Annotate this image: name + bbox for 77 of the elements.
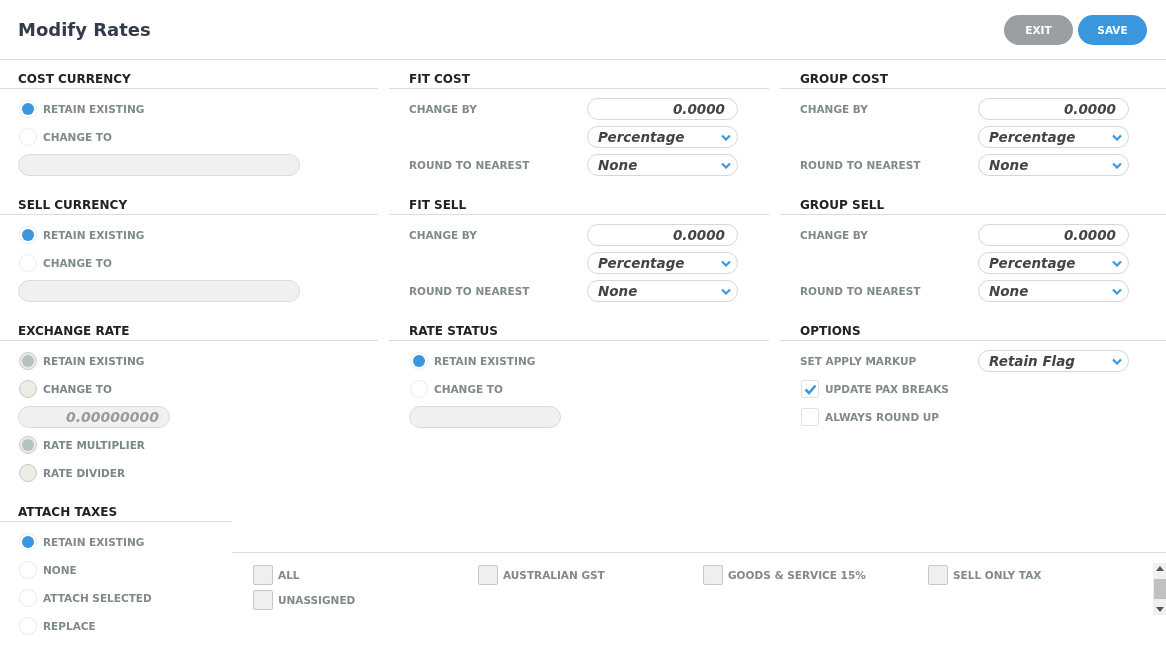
chevron-down-icon [1112,259,1122,267]
dropdown[interactable]: Percentage [978,126,1129,148]
chevron-down-icon [1112,133,1122,141]
scroll-up-arrow-icon[interactable] [1156,566,1164,571]
field-label: CHANGE BY [409,103,478,115]
section-heading: ATTACH TAXES [0,503,232,522]
checkbox-label: UPDATE PAX BREAKS [825,383,949,395]
text-field[interactable] [18,154,300,176]
scrollbar[interactable] [1153,563,1166,615]
dropdown[interactable]: None [587,280,738,302]
checkbox[interactable] [801,408,819,426]
checkbox[interactable] [801,380,819,398]
section-heading: COST CURRENCY [0,70,378,89]
field-label: CHANGE BY [800,103,869,115]
checkbox[interactable] [928,564,948,585]
radio-label: NONE [43,564,77,576]
dropdown[interactable]: None [587,154,738,176]
section-heading: SELL CURRENCY [0,196,378,215]
number-field[interactable]: 0.0000 [978,98,1129,120]
field-label: CHANGE BY [409,229,478,241]
field-label: CHANGE BY [800,229,869,241]
scroll-down-arrow-icon[interactable] [1156,607,1164,612]
checkbox[interactable] [253,564,273,585]
section-heading: FIT COST [389,70,769,89]
chevron-down-icon [1112,161,1122,169]
radio-label: RETAIN EXISTING [43,103,145,115]
dropdown[interactable]: None [978,154,1129,176]
section-heading: OPTIONS [780,322,1166,341]
page-title: Modify Rates [18,19,152,40]
checkbox[interactable] [703,564,723,585]
dropdown[interactable]: Percentage [587,252,738,274]
radio-label: CHANGE TO [434,383,503,395]
chevron-down-icon [721,133,731,141]
text-field[interactable] [409,406,561,428]
chevron-down-icon [721,259,731,267]
checkbox-label: ALL [278,568,300,581]
checkbox[interactable] [253,589,273,610]
checkbox[interactable] [478,564,498,585]
dropdown[interactable]: Percentage [978,252,1129,274]
checkbox-label: ALWAYS ROUND UP [825,411,939,423]
chevron-down-icon [1112,287,1122,295]
field-label: ROUND TO NEAREST [409,285,531,297]
checkmark-icon [803,383,817,395]
number-field[interactable]: 0.0000 [978,224,1129,246]
radio-label: CHANGE TO [43,131,112,143]
section-heading: FIT SELL [389,196,769,215]
radio-label: RETAIN EXISTING [434,355,536,367]
text-field[interactable] [18,280,300,302]
dropdown[interactable]: None [978,280,1129,302]
radio-label: REPLACE [43,620,96,632]
chevron-down-icon [721,161,731,169]
dropdown[interactable]: Retain Flag [978,350,1129,372]
field-label: ROUND TO NEAREST [409,159,531,171]
chevron-down-icon [721,287,731,295]
number-field[interactable]: 0.0000 [587,98,738,120]
field-label: ROUND TO NEAREST [800,285,922,297]
checkbox-label: GOODS & SERVICE 15% [728,568,866,581]
radio-label: RETAIN EXISTING [43,229,145,241]
chevron-down-icon [1112,357,1122,365]
field-label: SET APPLY MARKUP [800,355,918,367]
radio-label: RATE MULTIPLIER [43,439,145,451]
checkbox-label: AUSTRALIAN GST [503,568,605,581]
radio-label: RETAIN EXISTING [43,355,145,367]
checkbox-label: UNASSIGNED [278,593,356,606]
number-field[interactable]: 0.0000 [587,224,738,246]
field-label: ROUND TO NEAREST [800,159,922,171]
radio-label: CHANGE TO [43,383,112,395]
section-heading: GROUP COST [780,70,1166,89]
checkbox-label: SELL ONLY TAX [953,568,1042,581]
section-heading: EXCHANGE RATE [0,322,378,341]
radio-label: ATTACH SELECTED [43,592,152,604]
section-heading: GROUP SELL [780,196,1166,215]
dropdown[interactable]: Percentage [587,126,738,148]
radio-label: CHANGE TO [43,257,112,269]
section-heading: RATE STATUS [389,322,769,341]
radio-label: RETAIN EXISTING [43,536,145,548]
radio-label: RATE DIVIDER [43,467,126,479]
